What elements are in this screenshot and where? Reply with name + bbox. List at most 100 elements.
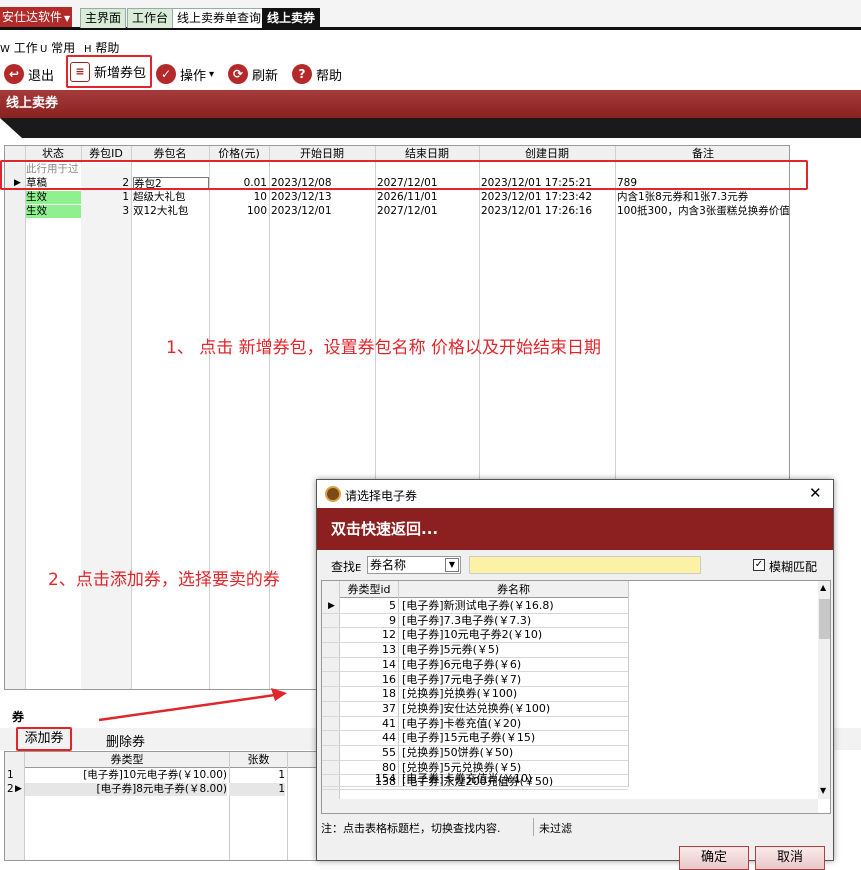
fuzzy-match-label: 模糊匹配 [769,560,818,574]
dialog-title: 请选择电子券 [345,489,418,503]
search-input[interactable] [469,556,701,574]
cell-type-id: 14 [382,657,396,671]
table-row[interactable]: 1 [电子券]10元电子券(￥10.00) 1 [5,769,325,782]
col-coupon-count[interactable]: 张数 [229,752,287,768]
coupon-panel-title: 券 [12,710,25,724]
current-row-pointer-icon: ▶ [15,784,22,794]
list-item[interactable]: 14 [电子券]6元电子券(￥6) [322,658,628,673]
table-row[interactable]: 生效 3 双12大礼包 100 2023/12/01 2027/12/01 20… [5,205,790,218]
cell-coupon-name: [电子券]15元电子券(￥15) [402,731,536,745]
cell-coupon-count: 1 [229,783,285,796]
cell-name: 超级大礼包 [133,191,186,203]
dialog-search-bar: 查找E 券名称 ▼ ✓ 模糊匹配 [317,552,833,580]
cell-coupon-name: [电子券]卡券充值肖(￥10) [402,772,533,785]
cell-coupon-count: 1 [278,769,285,781]
cell-end: 2027/12/01 [377,205,438,217]
list-item[interactable]: 9 [电子券]7.3电子券(￥7.3) [322,614,628,629]
coupon-select-grid[interactable]: 券类型id 券名称 ▶ 5 [电子券]新测试电子券(￥16.8) 9 [电子券]7.3… [321,580,831,814]
list-item[interactable]: 18 [兑换券]兑换券(￥100) [322,687,628,702]
tab-workbench[interactable]: 工作台 [127,8,174,28]
scroll-up-icon[interactable]: ▲ [820,583,826,592]
cell-id: 3 [122,205,129,217]
highlight-draft-row [0,160,808,190]
menu-help[interactable]: H 帮助 [84,39,119,56]
cell-type-id: 16 [382,672,396,686]
tab-strip: 安仕达软件 ▼ 主界面 工作台 线上卖券单查询 线上卖券 [0,0,861,30]
exit-label: 退出 [28,68,55,84]
cell-name: 双12大礼包 [133,205,189,217]
status-hint: 注：点击表格标题栏，切换查找内容. [321,822,501,835]
cell-coupon-name: [电子券]10元电子券2(￥10) [402,628,543,642]
chevron-down-icon: ▼ [64,14,71,23]
annotation-arrow [98,688,287,722]
cell-coupon-name: [电子券]7元电子券(￥7) [402,672,522,686]
cell-price: 100 [246,205,267,217]
toolbar: ↩ 退出 ≡ 新增券包 ✓ 操作 ▾ ⟳ 刷新 ? 帮助 [0,55,861,90]
vertical-scrollbar[interactable]: ▲ ▼ [818,581,830,799]
dialog-status-bar: 注：点击表格标题栏，切换查找内容. 未过滤 [317,818,833,836]
cell-coupon-name: [兑换券]50饼券(￥50) [402,746,514,759]
remove-coupon-button[interactable]: 删除券 [106,731,145,750]
list-item[interactable]: 41 [电子券]卡卷充值(￥20) [322,717,628,732]
menu-common[interactable]: U 常用 [40,39,75,56]
cell-coupon-type: [电子券]10元电子券(￥10.00) [83,769,227,781]
cancel-button[interactable]: 取消 [755,846,825,870]
cell-type-id: 41 [382,716,396,730]
app-logo-icon [325,486,341,502]
app-title: 安仕达软件 [2,10,63,24]
refresh-button[interactable]: ⟳ 刷新 [228,60,278,88]
new-package-label: 新增券包 [94,66,147,81]
status-filter: 未过滤 [539,822,572,835]
col-coupon-type[interactable]: 券类型 [25,752,229,768]
cell-coupon-name: [电子券]新测试电子券(￥16.8) [402,599,554,612]
list-item[interactable]: 44 [电子券]15元电子券(￥15) [322,731,628,746]
list-item[interactable]: ▶ 5 [电子券]新测试电子券(￥16.8) [322,599,628,614]
scroll-down-icon[interactable]: ▼ [820,786,826,795]
close-icon[interactable]: ✕ [809,484,822,502]
select-coupon-dialog: 请选择电子券 ✕ 双击快速返回... 查找E 券名称 ▼ ✓ 模糊匹配 券类型i… [316,479,834,870]
dialog-titlebar: 请选择电子券 ✕ [317,480,833,508]
search-field-value: 券名称 [370,558,407,572]
add-coupon-button[interactable]: 添加券 [16,727,72,751]
ok-button[interactable]: 确定 [679,846,749,870]
cell-type-id: 55 [382,746,396,759]
list-item[interactable]: 16 [电子券]7元电子券(￥7) [322,673,628,688]
operate-button[interactable]: ✓ 操作 ▾ [156,60,214,88]
list-item[interactable]: 154 [电子券]卡券充值肖(￥10) [322,772,628,787]
list-item[interactable]: 55 [兑换券]50饼券(￥50) [322,746,628,761]
search-field-select[interactable]: 券名称 ▼ [367,556,461,574]
table-row[interactable]: 生效 1 超级大礼包 10 2023/12/13 2026/11/01 2023… [5,191,789,204]
grid-line [131,146,132,689]
tab-sales-query[interactable]: 线上卖券单查询 [172,8,267,28]
tab-home[interactable]: 主界面 [80,8,127,28]
cell-note: 100抵300，内含3张蛋糕兑换券价值3 [617,205,790,217]
cell-created: 2023/12/01 17:23:42 [481,191,593,203]
help-button[interactable]: ? 帮助 [292,60,342,88]
table-row[interactable]: 2 ▶ [电子券]8元电子券(￥8.00) 1 [5,783,325,796]
grid-line [628,581,629,787]
col-coupon-type-id[interactable]: 券类型id [340,581,398,598]
horizontal-scrollbar[interactable] [322,799,818,813]
coupon-grid[interactable]: 券类型 张数 1 [电子券]10元电子券(￥10.00) 1 2 ▶ [电子券]… [4,751,326,861]
list-item[interactable]: 37 [兑换券]安仕达兑换券(￥100) [322,702,628,717]
check-icon: ✓ [156,64,176,84]
cell-price: 10 [253,191,267,203]
new-package-button[interactable]: ≡ 新增券包 [66,55,152,88]
search-label: 查找E [331,560,362,574]
cell-type-id: 37 [382,701,396,715]
menu-work[interactable]: W 工作 [0,39,38,56]
exit-button[interactable]: ↩ 退出 [4,60,54,88]
fuzzy-match-checkbox[interactable]: ✓ [753,559,765,571]
list-item[interactable]: 13 [电子券]5元券(￥5) [322,643,628,658]
row-number: 1 [7,769,14,781]
app-menu-button[interactable]: 安仕达软件 ▼ [0,7,72,27]
cell-type-id: 12 [382,628,396,642]
scrollbar-thumb[interactable] [819,599,830,639]
cell-status: 生效 [26,191,81,204]
divider [533,818,534,836]
tab-online-sale[interactable]: 线上卖券 [262,8,321,28]
cell-coupon-type: [电子券]8元电子券(￥8.00) [25,783,227,796]
col-coupon-name[interactable]: 券名称 [398,581,628,598]
list-item[interactable]: 12 [电子券]10元电子券2(￥10) [322,628,628,644]
grid-line [209,146,210,689]
